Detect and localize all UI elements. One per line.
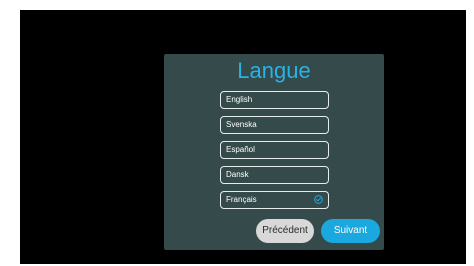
next-button[interactable]: Suivant — [321, 219, 380, 243]
language-label: Svenska — [226, 120, 257, 129]
language-option-francais[interactable]: Français — [220, 191, 329, 209]
language-list: English Svenska Español Dansk Français — [220, 91, 329, 216]
previous-button[interactable]: Précédent — [256, 219, 314, 243]
language-label: English — [226, 95, 253, 104]
language-option-english[interactable]: English — [220, 91, 329, 109]
device-screen: Langue English Svenska Español Dansk Fra… — [20, 10, 466, 264]
language-option-dansk[interactable]: Dansk — [220, 166, 329, 184]
language-label: Español — [226, 145, 255, 154]
dialog-title: Langue — [237, 58, 311, 83]
language-option-svenska[interactable]: Svenska — [220, 116, 329, 134]
language-label: Français — [226, 195, 257, 204]
check-circle-icon — [314, 195, 323, 204]
language-dialog: Langue English Svenska Español Dansk Fra… — [164, 54, 384, 250]
language-label: Dansk — [226, 170, 249, 179]
language-option-espanol[interactable]: Español — [220, 141, 329, 159]
